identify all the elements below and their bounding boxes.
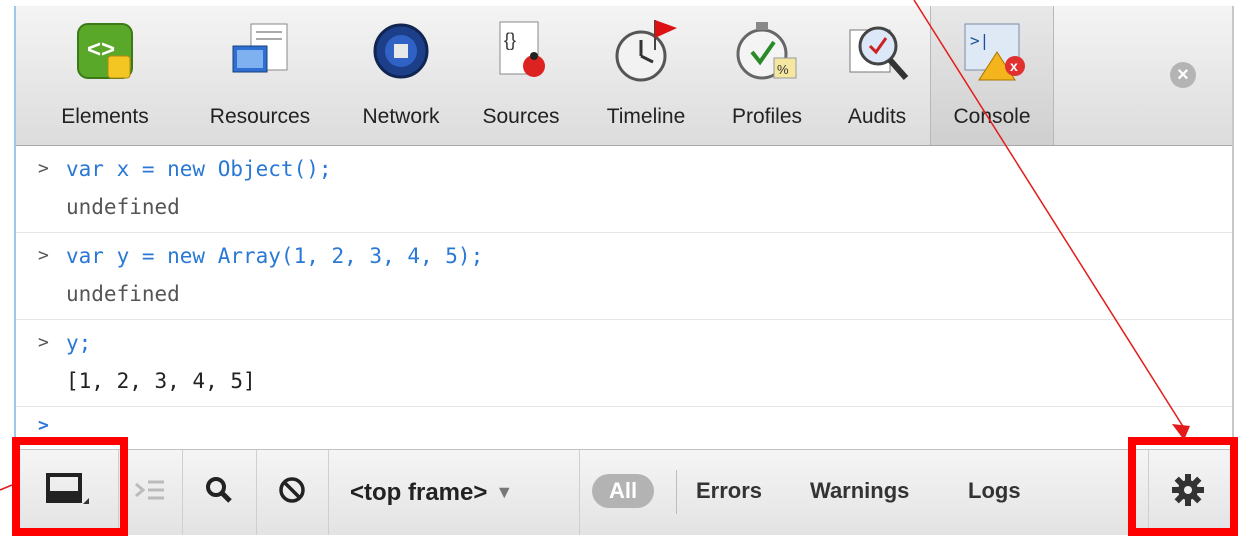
annotation-arrows	[0, 0, 1190, 491]
annotation-arrow-line	[0, 484, 13, 491]
annotation-arrow-line	[913, 0, 1185, 429]
annotation-arrowhead-icon	[1172, 424, 1190, 440]
